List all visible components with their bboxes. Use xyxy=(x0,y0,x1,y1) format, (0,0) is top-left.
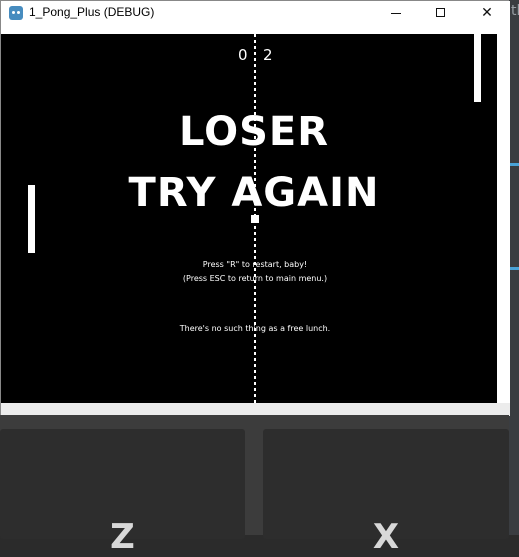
window-title: 1_Pong_Plus (DEBUG) xyxy=(29,5,155,19)
key-x-card[interactable]: X xyxy=(263,429,509,557)
godot-app-icon xyxy=(9,6,23,20)
game-viewport[interactable]: 0 2 LOSER TRY AGAIN Press "R" to restart… xyxy=(1,34,497,403)
minimize-button[interactable] xyxy=(373,1,419,26)
restart-hint: Press "R" to restart, baby! xyxy=(202,260,308,269)
minimize-icon xyxy=(391,13,401,14)
background-partial-text: tl xyxy=(511,3,519,19)
close-icon: ✕ xyxy=(481,5,493,21)
background-editor-strip: tl xyxy=(509,0,519,535)
game-window: 1_Pong_Plus (DEBUG) ✕ 0 2 LOSER TRY AGAI… xyxy=(0,0,510,416)
key-x-label: X xyxy=(372,517,400,557)
background-accent-mark xyxy=(509,267,519,270)
try-again-headline: TRY AGAIN xyxy=(128,170,380,216)
loser-headline: LOSER xyxy=(179,109,329,155)
maximize-icon xyxy=(436,8,445,17)
title-bar[interactable]: 1_Pong_Plus (DEBUG) ✕ xyxy=(1,1,510,34)
esc-hint: (Press ESC to return to main menu.) xyxy=(182,274,328,283)
score-left: 0 xyxy=(238,46,248,64)
score-right: 2 xyxy=(263,46,273,64)
window-right-border xyxy=(497,34,510,403)
key-z-label: Z xyxy=(110,517,135,557)
key-panel: Z X xyxy=(0,415,509,557)
tagline: There's no such thing as a free lunch. xyxy=(179,324,331,333)
background-accent-mark xyxy=(509,163,519,166)
right-paddle xyxy=(474,34,481,102)
close-button[interactable]: ✕ xyxy=(464,1,510,26)
key-z-card[interactable]: Z xyxy=(0,429,245,557)
maximize-button[interactable] xyxy=(418,1,464,26)
ball xyxy=(251,215,259,223)
